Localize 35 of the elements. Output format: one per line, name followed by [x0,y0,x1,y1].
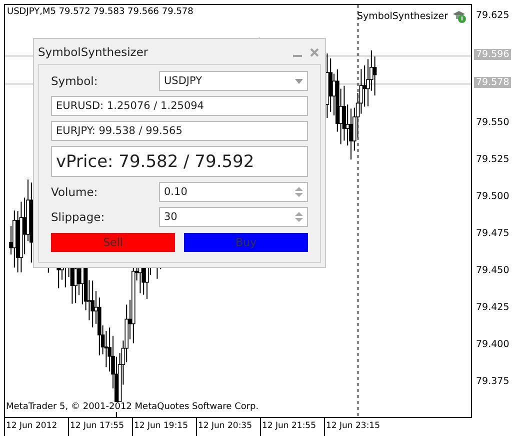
time-tick-label: 12 Jun 20:35 [196,418,260,436]
time-tick-label: 12 Jun 2012 [4,418,68,436]
price-tick-label: 79.550 [475,117,510,128]
close-icon[interactable] [310,48,319,56]
expert-hat-icon [451,8,467,24]
time-tick-label: 12 Jun 21:55 [260,418,324,436]
price-tick-label: 79.525 [475,154,510,165]
price-tick-label: 79.425 [475,302,510,313]
price-marker: 79.596 [474,49,512,60]
quote-field: EURJPY: 99.538 / 99.565 [51,121,308,141]
spin-arrows-icon[interactable] [295,211,303,223]
quote-field: EURUSD: 1.25076 / 1.25094 [51,96,308,116]
spin-arrows-icon[interactable] [295,186,303,198]
price-marker: 79.578 [474,77,512,88]
price-tick-label: 79.400 [475,339,510,350]
slippage-label: Slippage: [51,210,105,224]
vprice-field: vPrice: 79.582 / 79.592 [51,146,308,177]
price-tick-label: 79.475 [475,228,510,239]
dropdown-caret-icon [295,78,303,84]
symbol-label: Symbol: [51,74,98,88]
slippage-spin-field[interactable]: 30 [159,207,308,227]
time-tick-label: 12 Jun 23:15 [324,418,388,436]
symbol-dropdown[interactable]: USDJPY [159,71,308,91]
price-tick-label: 79.375 [475,376,510,387]
copyright-text: MetaTrader 5, © 2001-2012 MetaQuotes Software Corp. [6,402,259,412]
volume-label: Volume: [51,185,98,199]
time-tick-label: 12 Jun 19:15 [132,418,196,436]
price-tick-label: 79.625 [475,10,510,21]
dialog-title: SymbolSynthesizer [38,45,148,59]
chart-header: USDJPY,M5 79.572 79.583 79.566 79.578 [7,7,194,17]
expert-name: SymbolSynthesizer [357,10,448,22]
volume-spin-field[interactable]: 0.10 [159,182,308,202]
price-tick-label: 79.450 [475,265,510,276]
price-tick-label: 79.500 [475,191,510,202]
time-tick-label: 12 Jun 17:55 [68,418,132,436]
